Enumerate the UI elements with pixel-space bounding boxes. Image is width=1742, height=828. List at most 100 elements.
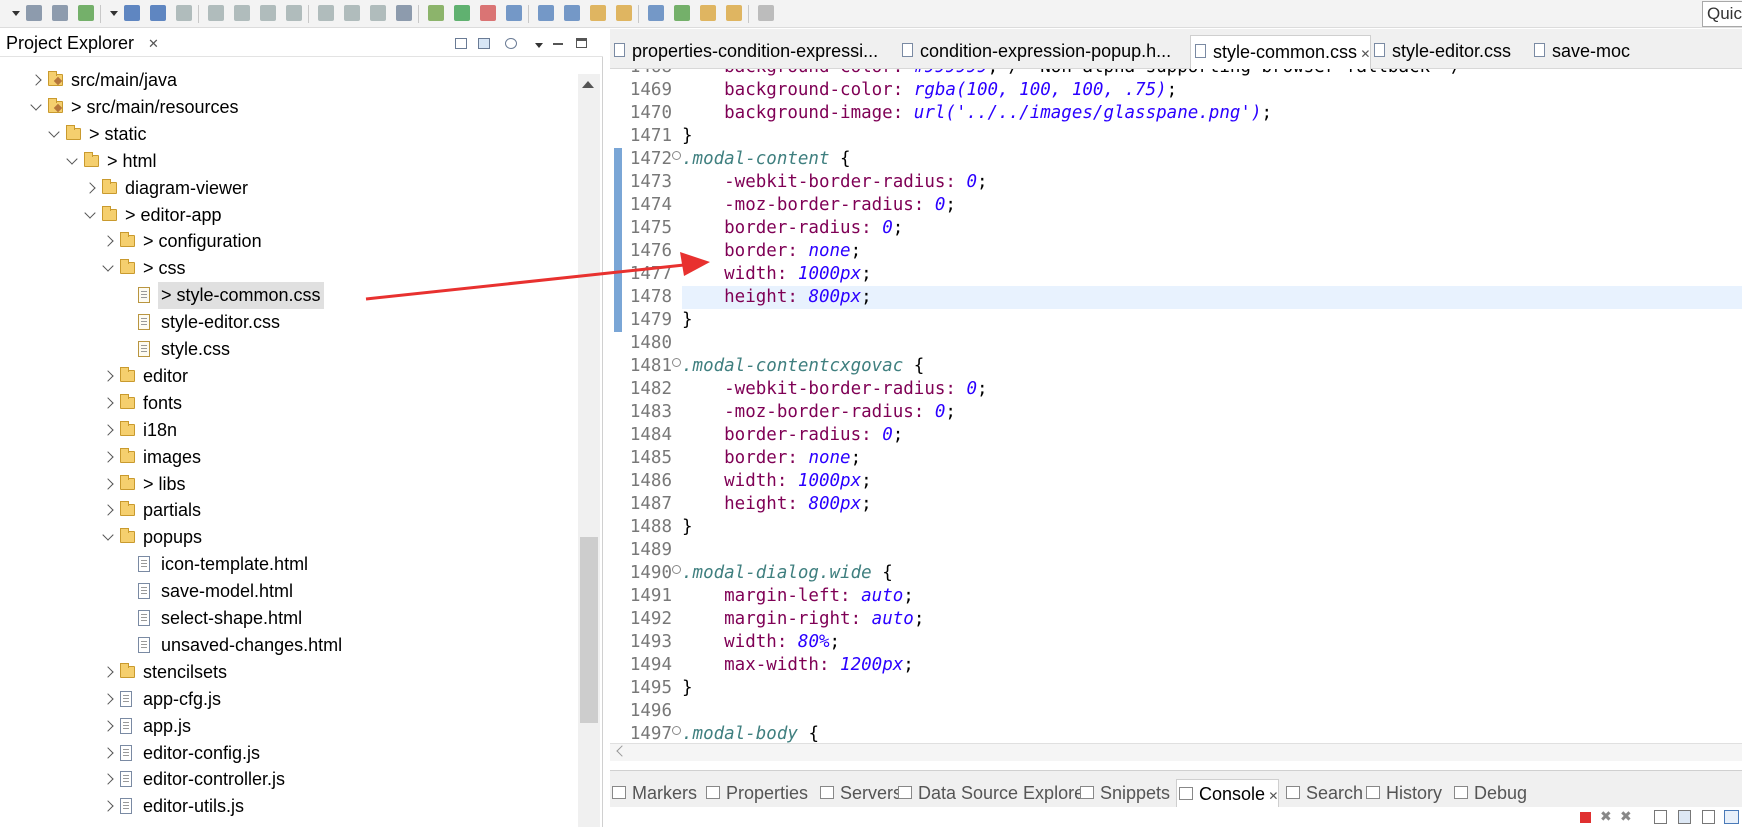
minimize-icon[interactable] <box>553 43 563 45</box>
chevron-right-icon[interactable] <box>102 666 114 678</box>
console-icon[interactable] <box>124 5 140 21</box>
bug-icon[interactable] <box>428 5 444 21</box>
tree-item[interactable]: popups <box>0 524 575 551</box>
select-icon[interactable] <box>150 5 166 21</box>
chevron-right-icon[interactable] <box>102 477 114 490</box>
new-wizard-icon[interactable] <box>506 5 522 21</box>
open-task-icon[interactable] <box>590 5 606 21</box>
code-area[interactable]: 1468 background-color: #999999; /* Non-a… <box>610 69 1742 761</box>
build-icon[interactable] <box>78 5 94 21</box>
chevron-right-icon[interactable] <box>102 773 114 786</box>
resume-icon[interactable] <box>176 5 192 21</box>
bottom-tab[interactable]: Search <box>1284 779 1363 807</box>
terminate-icon[interactable] <box>1580 812 1591 823</box>
fold-toggle-icon[interactable] <box>672 358 681 367</box>
tree-item[interactable]: i18n <box>0 417 575 444</box>
tree-item[interactable]: style-editor.css <box>0 309 575 336</box>
bottom-tab[interactable]: Markers <box>610 779 697 807</box>
globe-icon[interactable] <box>648 5 664 21</box>
pin-console-icon[interactable] <box>1702 810 1715 824</box>
tree-item[interactable]: unsaved-changes.html <box>0 632 575 659</box>
tree-item[interactable]: > editor-app <box>0 202 575 229</box>
chevron-right-icon[interactable] <box>102 746 114 759</box>
close-icon[interactable]: ✕ <box>148 38 159 51</box>
tree-item[interactable]: app.js <box>0 713 575 740</box>
save-all-icon[interactable] <box>52 5 68 21</box>
chevron-right-icon[interactable] <box>102 693 114 705</box>
tree-item[interactable]: editor-controller.js <box>0 766 575 793</box>
link-with-editor-icon[interactable] <box>478 38 490 49</box>
bottom-tab[interactable]: Console ✕ <box>1176 779 1280 807</box>
close-tab-icon[interactable]: ✕ <box>1265 789 1278 803</box>
editor-horizontal-scrollbar[interactable] <box>610 743 1742 761</box>
skip-breakpoints-icon[interactable] <box>370 5 386 21</box>
external-tools-icon[interactable] <box>396 5 412 21</box>
tree-item[interactable]: > src/main/resources <box>0 94 575 121</box>
editor-tab[interactable]: properties-condition-expressi... <box>610 39 878 67</box>
tree-item[interactable]: > style-common.css <box>0 282 575 310</box>
tree-item[interactable]: fonts <box>0 390 575 417</box>
bottom-tab[interactable]: Debug <box>1452 779 1527 807</box>
chevron-right-icon[interactable] <box>30 74 42 86</box>
tree-item[interactable]: > libs <box>0 471 575 498</box>
chevron-down-icon[interactable] <box>102 260 114 272</box>
scroll-up-icon[interactable] <box>582 81 594 88</box>
tree-item[interactable]: editor-config.js <box>0 740 575 767</box>
chevron-down-icon[interactable] <box>102 529 114 541</box>
filter-icon[interactable] <box>505 38 517 49</box>
maximize-icon[interactable] <box>576 38 587 48</box>
bottom-tab[interactable]: History <box>1364 779 1442 807</box>
remove-all-icon[interactable]: ✖ <box>1620 809 1632 825</box>
editor-tab[interactable]: style-editor.css <box>1370 39 1511 67</box>
editor-tab[interactable]: style-common.css ✕ <box>1190 35 1372 69</box>
tree-item[interactable]: editor-utils.js <box>0 793 575 820</box>
display-console-icon[interactable] <box>1724 810 1739 824</box>
editor-tab[interactable]: save-moc <box>1530 39 1630 67</box>
suspend-icon[interactable] <box>208 5 224 21</box>
chevron-right-icon[interactable] <box>102 397 114 409</box>
chevron-right-icon[interactable] <box>102 504 114 517</box>
chevron-right-icon[interactable] <box>102 370 114 382</box>
tree-item[interactable]: > html <box>0 148 575 175</box>
tree-item[interactable]: app-cfg.js <box>0 686 575 713</box>
quick-access-input[interactable]: Quic <box>1702 1 1742 27</box>
remove-launch-icon[interactable]: ✖ <box>1600 809 1612 825</box>
chevron-right-icon[interactable] <box>102 800 114 812</box>
tree-item[interactable]: > static <box>0 121 575 148</box>
chevron-right-icon[interactable] <box>102 424 114 436</box>
chevron-down-icon[interactable] <box>48 126 60 138</box>
tree-item[interactable]: images <box>0 444 575 471</box>
bottom-tab[interactable]: Snippets <box>1078 779 1170 807</box>
chevron-right-icon[interactable] <box>84 181 96 194</box>
tree-item[interactable]: src/main/java <box>0 67 575 94</box>
clear-console-icon[interactable] <box>1654 810 1667 824</box>
close-tab-icon[interactable]: ✕ <box>1357 47 1370 61</box>
scroll-left-icon[interactable] <box>616 745 628 757</box>
bottom-tab[interactable]: Properties <box>704 779 808 807</box>
tree-item[interactable]: style.css <box>0 336 575 363</box>
tree-item[interactable]: select-shape.html <box>0 605 575 632</box>
step-return-icon[interactable] <box>344 5 360 21</box>
bottom-tab[interactable]: Data Source Explorer <box>896 779 1090 807</box>
disconnect-icon[interactable] <box>260 5 276 21</box>
save-icon[interactable] <box>26 5 42 21</box>
chevron-right-icon[interactable] <box>102 235 114 248</box>
chevron-right-icon[interactable] <box>102 450 114 463</box>
explorer-scroll-thumb[interactable] <box>580 537 598 723</box>
search-icon[interactable] <box>616 5 632 21</box>
tree-item[interactable]: editor <box>0 363 575 390</box>
terminate-icon[interactable] <box>234 5 250 21</box>
step-over-icon[interactable] <box>318 5 334 21</box>
view-menu-icon[interactable] <box>535 43 543 48</box>
refresh-icon[interactable] <box>674 5 690 21</box>
collapse-all-icon[interactable] <box>455 38 467 49</box>
tree-item[interactable]: icon-template.html <box>0 551 575 578</box>
coverage-icon[interactable] <box>480 5 496 21</box>
editor-tab[interactable]: condition-expression-popup.h... <box>898 39 1171 67</box>
fold-toggle-icon[interactable] <box>672 151 681 160</box>
fold-toggle-icon[interactable] <box>672 565 681 574</box>
chevron-down-icon[interactable] <box>30 99 42 111</box>
history-icon[interactable] <box>700 5 716 21</box>
tree-item[interactable]: partials <box>0 497 575 524</box>
back-icon[interactable] <box>726 5 742 21</box>
